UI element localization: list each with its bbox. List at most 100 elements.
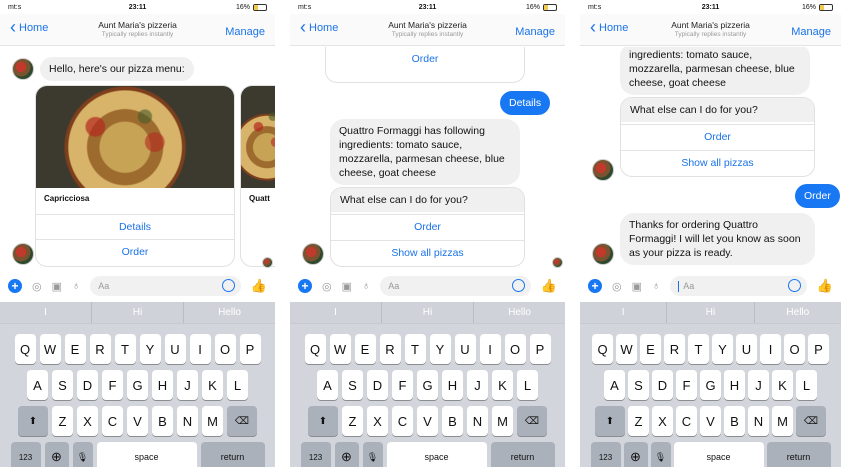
key[interactable]: T [114, 334, 136, 364]
message-input[interactable]: Aa [670, 276, 807, 296]
emoji-icon[interactable] [787, 279, 801, 292]
globe-icon[interactable]: ⊕ [334, 442, 359, 467]
like-icon[interactable]: 👍 [541, 278, 557, 294]
suggestion-item[interactable]: I [580, 302, 668, 323]
key[interactable]: Z [628, 406, 649, 436]
like-icon[interactable]: 👍 [817, 278, 833, 294]
key[interactable]: Q [592, 334, 613, 364]
key[interactable]: N [177, 406, 198, 436]
key[interactable]: M [202, 406, 223, 436]
microphone-icon[interactable]: ♁ [362, 280, 370, 292]
dictation-icon[interactable]: 🎙 [362, 442, 383, 467]
plus-icon[interactable]: + [8, 279, 22, 293]
key[interactable]: Y [712, 334, 733, 364]
shift-key[interactable]: ⬆ [308, 406, 338, 436]
key[interactable]: C [102, 406, 123, 436]
globe-icon[interactable]: ⊕ [623, 442, 648, 467]
key[interactable]: D [652, 370, 673, 400]
plus-icon[interactable]: + [298, 279, 312, 293]
key[interactable]: Q [14, 334, 36, 364]
dictation-icon[interactable]: 🎙 [72, 442, 93, 467]
key[interactable]: E [354, 334, 376, 364]
key[interactable]: S [52, 370, 73, 400]
message-input[interactable]: Aa [380, 276, 531, 296]
key[interactable]: G [700, 370, 721, 400]
key[interactable]: J [748, 370, 769, 400]
key[interactable]: D [367, 370, 388, 400]
key[interactable]: Q [304, 334, 326, 364]
emoji-icon[interactable] [511, 279, 525, 292]
backspace-key[interactable]: ⌫ [796, 406, 826, 436]
image-icon[interactable]: ▣ [52, 280, 62, 293]
key[interactable]: D [77, 370, 98, 400]
key[interactable]: T [688, 334, 709, 364]
key[interactable]: K [492, 370, 513, 400]
key[interactable]: G [417, 370, 438, 400]
key[interactable]: X [367, 406, 388, 436]
suggestion-item[interactable]: I [0, 302, 92, 323]
key[interactable]: V [417, 406, 438, 436]
key[interactable]: I [189, 334, 211, 364]
key[interactable]: C [676, 406, 697, 436]
key[interactable]: S [342, 370, 363, 400]
space-key[interactable]: space [386, 442, 487, 467]
key[interactable]: O [504, 334, 526, 364]
key[interactable]: H [152, 370, 173, 400]
next-pizza-card[interactable]: Quatt [240, 85, 275, 267]
key[interactable]: O [214, 334, 236, 364]
manage-button[interactable]: Manage [791, 26, 831, 38]
key[interactable]: F [102, 370, 123, 400]
image-icon[interactable]: ▣ [342, 280, 352, 293]
image-icon[interactable]: ▣ [632, 280, 642, 293]
order-button[interactable]: Order [331, 214, 524, 238]
camera-icon[interactable]: ◎ [322, 280, 332, 293]
suggestion-item[interactable]: Hi [92, 302, 184, 323]
key[interactable]: V [700, 406, 721, 436]
pizza-card[interactable]: Order [325, 47, 525, 83]
space-key[interactable]: space [673, 442, 764, 467]
key[interactable]: R [664, 334, 685, 364]
pizza-card[interactable]: Capricciosa Details Order [35, 85, 235, 267]
key[interactable]: L [796, 370, 817, 400]
key[interactable]: C [392, 406, 413, 436]
key[interactable]: P [529, 334, 551, 364]
key[interactable]: B [152, 406, 173, 436]
key[interactable]: F [392, 370, 413, 400]
dictation-icon[interactable]: 🎙 [650, 442, 671, 467]
plus-icon[interactable]: + [588, 279, 602, 293]
suggestion-item[interactable]: Hello [755, 302, 841, 323]
key[interactable]: H [724, 370, 745, 400]
suggestion-item[interactable]: Hi [382, 302, 474, 323]
key[interactable]: I [760, 334, 781, 364]
show-all-pizzas-button[interactable]: Show all pizzas [621, 150, 814, 174]
return-key[interactable]: return [490, 442, 555, 467]
shift-key[interactable]: ⬆ [18, 406, 48, 436]
key[interactable]: J [177, 370, 198, 400]
message-input[interactable]: Aa [90, 276, 241, 296]
camera-icon[interactable]: ◎ [612, 280, 622, 293]
manage-button[interactable]: Manage [515, 26, 555, 38]
key[interactable]: G [127, 370, 148, 400]
key[interactable]: I [479, 334, 501, 364]
shift-key[interactable]: ⬆ [595, 406, 625, 436]
backspace-key[interactable]: ⌫ [227, 406, 257, 436]
microphone-icon[interactable]: ♁ [72, 280, 80, 292]
camera-icon[interactable]: ◎ [32, 280, 42, 293]
key[interactable]: N [748, 406, 769, 436]
key[interactable]: S [628, 370, 649, 400]
key[interactable]: F [676, 370, 697, 400]
backspace-key[interactable]: ⌫ [517, 406, 547, 436]
details-button[interactable]: Details [36, 214, 234, 238]
key[interactable]: N [467, 406, 488, 436]
show-all-pizzas-button[interactable]: Show all pizzas [331, 240, 524, 264]
numbers-key[interactable]: 123 [10, 442, 41, 467]
key[interactable]: K [202, 370, 223, 400]
key[interactable]: M [772, 406, 793, 436]
key[interactable]: U [454, 334, 476, 364]
key[interactable]: A [604, 370, 625, 400]
key[interactable]: Y [429, 334, 451, 364]
like-icon[interactable]: 👍 [251, 278, 267, 294]
numbers-key[interactable]: 123 [300, 442, 331, 467]
key[interactable]: A [27, 370, 48, 400]
key[interactable]: E [64, 334, 86, 364]
